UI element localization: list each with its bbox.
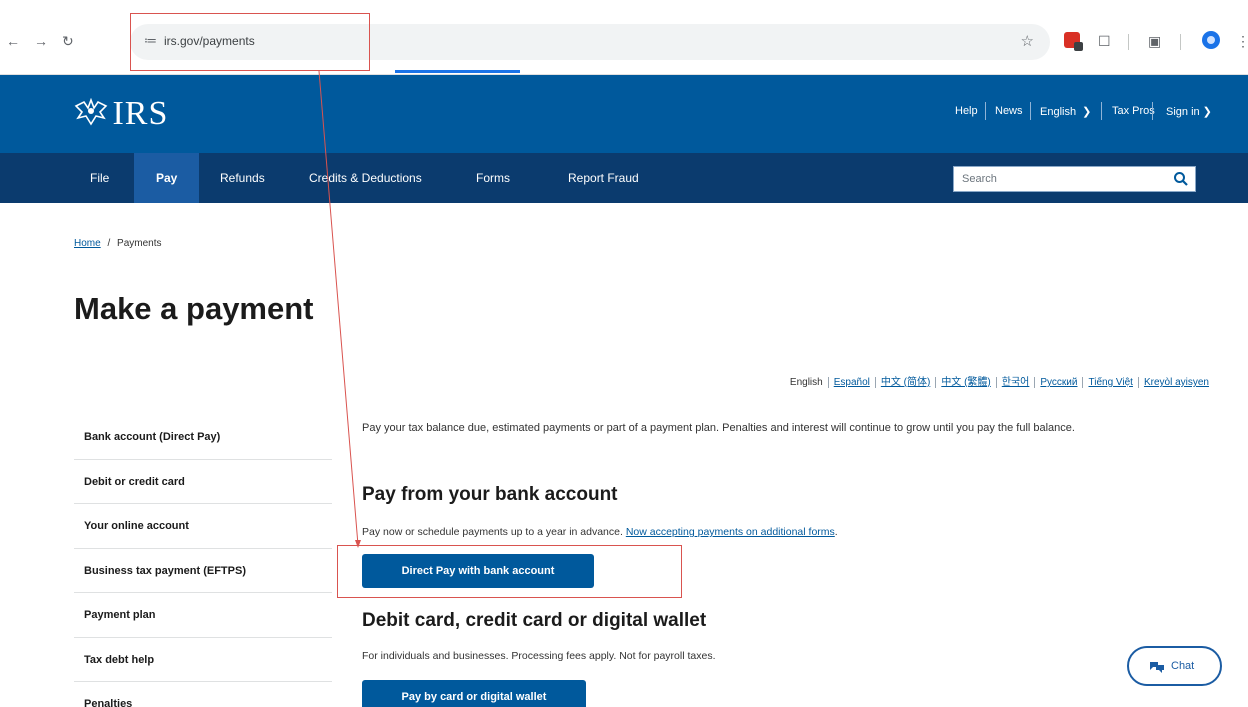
loading-indicator [395,70,520,73]
sidebar-nav: Bank account (Direct Pay) Debit or credi… [74,415,332,707]
bank-description: Pay now or schedule payments up to a yea… [362,526,838,538]
page-title: Make a payment [74,291,314,326]
card-heading: Debit card, credit card or digital walle… [362,610,707,631]
search-icon[interactable] [1172,170,1190,188]
language-label: English [1040,106,1077,118]
lang-haitian-creole[interactable]: Kreyòl ayisyen [1137,377,1214,388]
sidebar-item-penalties[interactable]: Penalties [74,682,332,707]
sidebar-item-tax-debt-help[interactable]: Tax debt help [74,638,332,682]
toolbar-divider [1128,34,1129,50]
cast-icon[interactable]: ▣ [1148,33,1161,50]
pay-by-card-button[interactable]: Pay by card or digital wallet [362,680,586,707]
breadcrumb-separator: / [107,238,111,249]
chat-bubbles-icon [1150,662,1164,673]
main-nav: File Pay Refunds Credits & Deductions Fo… [0,153,1248,203]
extensions-puzzle-icon[interactable]: ☐ [1098,33,1111,50]
site-header: IRS Help News English ❯ Tax Pros Sign in… [0,75,1248,153]
card-description: For individuals and businesses. Processi… [362,650,716,662]
sidebar-item-online-account[interactable]: Your online account [74,504,332,549]
sidebar-item-bank-account[interactable]: Bank account (Direct Pay) [74,415,332,460]
lang-russian[interactable]: Русский [1034,377,1083,388]
bank-desc-text: Pay now or schedule payments up to a yea… [362,526,623,538]
sidebar-item-payment-plan[interactable]: Payment plan [74,593,332,638]
tax-pros-link[interactable]: Tax Pros [1112,105,1155,117]
profile-avatar-icon[interactable] [1202,31,1220,49]
language-menu[interactable]: English ❯ [1040,105,1091,118]
nav-report-fraud[interactable]: Report Fraud [552,153,655,203]
nav-credits-deductions[interactable]: Credits & Deductions [293,153,438,203]
chat-button[interactable]: Chat [1127,646,1222,686]
chevron-down-icon: ❯ [1202,106,1212,118]
forward-icon[interactable]: → [34,33,48,49]
url-annotation-box [130,13,370,71]
reload-icon[interactable]: ↻ [62,33,74,50]
bank-desc-suffix: . [834,526,838,538]
logo-text: IRS [112,95,169,132]
language-switcher: English Español 中文 (简体) 中文 (繁體) 한국어 Русский Ti… [785,373,1214,388]
lang-vietnamese[interactable]: Tiếng Việt [1082,377,1138,388]
irs-logo[interactable]: IRS [74,95,168,133]
extension-icon[interactable] [1064,32,1083,51]
eagle-icon [74,98,108,126]
nav-forms[interactable]: Forms [460,153,526,203]
sidebar-item-eftps[interactable]: Business tax payment (EFTPS) [74,549,332,593]
utility-divider [1152,102,1153,120]
nav-file[interactable]: File [74,153,125,203]
intro-text: Pay your tax balance due, estimated paym… [362,422,1075,434]
news-link[interactable]: News [995,105,1023,117]
lang-spanish[interactable]: Español [827,377,875,388]
utility-divider [1030,102,1031,120]
toolbar-divider [1180,34,1181,50]
lang-korean[interactable]: 한국어 [995,377,1035,388]
lang-english: English [789,377,823,388]
bank-heading: Pay from your bank account [362,484,618,505]
search-placeholder: Search [962,173,997,185]
nav-refunds[interactable]: Refunds [204,153,281,203]
sidebar-item-debit-credit-card[interactable]: Debit or credit card [74,460,332,504]
utility-divider [1101,102,1102,120]
help-link[interactable]: Help [955,105,978,117]
breadcrumb-home[interactable]: Home [74,238,101,249]
search-input[interactable]: Search [953,166,1196,192]
chevron-down-icon: ❯ [1082,106,1092,118]
lang-chinese-simplified[interactable]: 中文 (简体) [874,377,936,388]
chat-label: Chat [1171,660,1195,672]
nav-pay[interactable]: Pay [134,153,200,203]
lang-chinese-traditional[interactable]: 中文 (繁體) [935,377,996,388]
button-annotation-box [337,545,682,598]
more-menu-icon[interactable]: ⋮ [1236,33,1248,50]
additional-forms-link[interactable]: Now accepting payments on additional for… [626,526,835,538]
utility-divider [985,102,986,120]
sign-in-label: Sign in [1166,106,1200,118]
bookmark-star-icon[interactable]: ☆ [1021,32,1034,50]
back-icon[interactable]: ← [6,33,20,49]
breadcrumb-current: Payments [117,238,162,249]
breadcrumb: Home / Payments [74,238,162,249]
sign-in-menu[interactable]: Sign in ❯ [1166,105,1212,118]
